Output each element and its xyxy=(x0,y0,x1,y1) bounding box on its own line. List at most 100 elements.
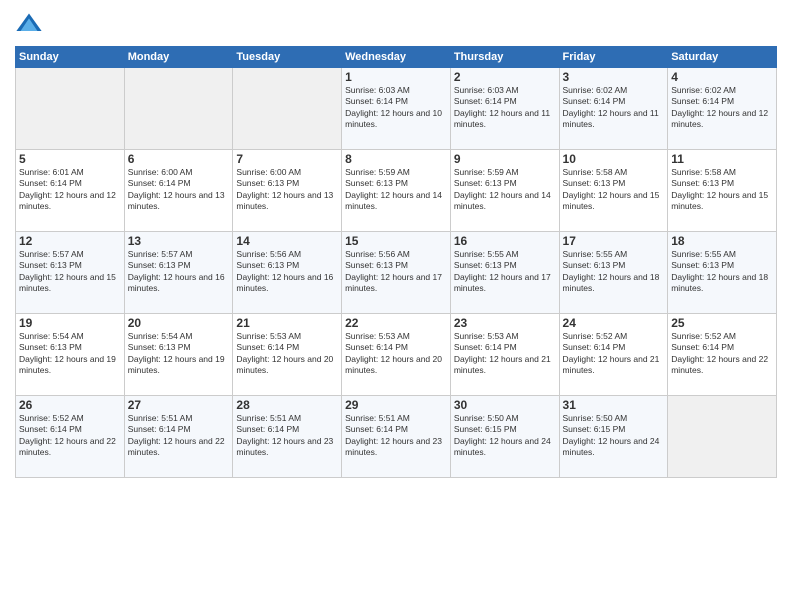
day-info: Sunrise: 6:03 AMSunset: 6:14 PMDaylight:… xyxy=(454,85,556,131)
day-info: Sunrise: 5:57 AMSunset: 6:13 PMDaylight:… xyxy=(128,249,230,295)
header-cell-thursday: Thursday xyxy=(450,47,559,68)
day-number: 18 xyxy=(671,234,773,248)
day-info: Sunrise: 5:56 AMSunset: 6:13 PMDaylight:… xyxy=(236,249,338,295)
day-info: Sunrise: 5:55 AMSunset: 6:13 PMDaylight:… xyxy=(563,249,665,295)
day-number: 12 xyxy=(19,234,121,248)
calendar-cell: 7Sunrise: 6:00 AMSunset: 6:13 PMDaylight… xyxy=(233,150,342,232)
day-info: Sunrise: 5:52 AMSunset: 6:14 PMDaylight:… xyxy=(563,331,665,377)
day-number: 29 xyxy=(345,398,447,412)
day-number: 15 xyxy=(345,234,447,248)
header-cell-sunday: Sunday xyxy=(16,47,125,68)
calendar-cell xyxy=(16,68,125,150)
calendar-cell: 10Sunrise: 5:58 AMSunset: 6:13 PMDayligh… xyxy=(559,150,668,232)
calendar-week-1: 1Sunrise: 6:03 AMSunset: 6:14 PMDaylight… xyxy=(16,68,777,150)
day-info: Sunrise: 5:56 AMSunset: 6:13 PMDaylight:… xyxy=(345,249,447,295)
day-info: Sunrise: 5:53 AMSunset: 6:14 PMDaylight:… xyxy=(454,331,556,377)
day-number: 17 xyxy=(563,234,665,248)
calendar-cell: 27Sunrise: 5:51 AMSunset: 6:14 PMDayligh… xyxy=(124,396,233,478)
day-number: 9 xyxy=(454,152,556,166)
day-number: 10 xyxy=(563,152,665,166)
day-info: Sunrise: 6:03 AMSunset: 6:14 PMDaylight:… xyxy=(345,85,447,131)
day-number: 11 xyxy=(671,152,773,166)
day-info: Sunrise: 5:59 AMSunset: 6:13 PMDaylight:… xyxy=(454,167,556,213)
calendar-body: 1Sunrise: 6:03 AMSunset: 6:14 PMDaylight… xyxy=(16,68,777,478)
day-number: 8 xyxy=(345,152,447,166)
calendar-cell: 23Sunrise: 5:53 AMSunset: 6:14 PMDayligh… xyxy=(450,314,559,396)
calendar-cell: 1Sunrise: 6:03 AMSunset: 6:14 PMDaylight… xyxy=(342,68,451,150)
calendar-cell: 21Sunrise: 5:53 AMSunset: 6:14 PMDayligh… xyxy=(233,314,342,396)
day-number: 25 xyxy=(671,316,773,330)
day-info: Sunrise: 5:54 AMSunset: 6:13 PMDaylight:… xyxy=(19,331,121,377)
day-number: 2 xyxy=(454,70,556,84)
calendar-cell: 30Sunrise: 5:50 AMSunset: 6:15 PMDayligh… xyxy=(450,396,559,478)
calendar-cell: 25Sunrise: 5:52 AMSunset: 6:14 PMDayligh… xyxy=(668,314,777,396)
day-info: Sunrise: 6:02 AMSunset: 6:14 PMDaylight:… xyxy=(671,85,773,131)
calendar-week-3: 12Sunrise: 5:57 AMSunset: 6:13 PMDayligh… xyxy=(16,232,777,314)
calendar-cell: 18Sunrise: 5:55 AMSunset: 6:13 PMDayligh… xyxy=(668,232,777,314)
day-info: Sunrise: 5:55 AMSunset: 6:13 PMDaylight:… xyxy=(454,249,556,295)
day-number: 31 xyxy=(563,398,665,412)
calendar-cell: 9Sunrise: 5:59 AMSunset: 6:13 PMDaylight… xyxy=(450,150,559,232)
calendar-cell: 19Sunrise: 5:54 AMSunset: 6:13 PMDayligh… xyxy=(16,314,125,396)
calendar-cell: 31Sunrise: 5:50 AMSunset: 6:15 PMDayligh… xyxy=(559,396,668,478)
calendar-week-4: 19Sunrise: 5:54 AMSunset: 6:13 PMDayligh… xyxy=(16,314,777,396)
day-number: 5 xyxy=(19,152,121,166)
day-number: 4 xyxy=(671,70,773,84)
day-info: Sunrise: 5:57 AMSunset: 6:13 PMDaylight:… xyxy=(19,249,121,295)
day-number: 24 xyxy=(563,316,665,330)
calendar-cell: 26Sunrise: 5:52 AMSunset: 6:14 PMDayligh… xyxy=(16,396,125,478)
calendar-cell: 15Sunrise: 5:56 AMSunset: 6:13 PMDayligh… xyxy=(342,232,451,314)
day-info: Sunrise: 5:53 AMSunset: 6:14 PMDaylight:… xyxy=(345,331,447,377)
calendar-week-5: 26Sunrise: 5:52 AMSunset: 6:14 PMDayligh… xyxy=(16,396,777,478)
day-number: 23 xyxy=(454,316,556,330)
page-header xyxy=(15,10,777,38)
day-info: Sunrise: 6:00 AMSunset: 6:14 PMDaylight:… xyxy=(128,167,230,213)
calendar-cell: 5Sunrise: 6:01 AMSunset: 6:14 PMDaylight… xyxy=(16,150,125,232)
calendar-cell: 2Sunrise: 6:03 AMSunset: 6:14 PMDaylight… xyxy=(450,68,559,150)
calendar-cell: 20Sunrise: 5:54 AMSunset: 6:13 PMDayligh… xyxy=(124,314,233,396)
calendar-cell: 12Sunrise: 5:57 AMSunset: 6:13 PMDayligh… xyxy=(16,232,125,314)
day-info: Sunrise: 6:01 AMSunset: 6:14 PMDaylight:… xyxy=(19,167,121,213)
calendar-header: SundayMondayTuesdayWednesdayThursdayFrid… xyxy=(16,47,777,68)
day-info: Sunrise: 6:02 AMSunset: 6:14 PMDaylight:… xyxy=(563,85,665,131)
day-number: 6 xyxy=(128,152,230,166)
header-cell-tuesday: Tuesday xyxy=(233,47,342,68)
day-number: 7 xyxy=(236,152,338,166)
day-info: Sunrise: 5:53 AMSunset: 6:14 PMDaylight:… xyxy=(236,331,338,377)
calendar-cell: 16Sunrise: 5:55 AMSunset: 6:13 PMDayligh… xyxy=(450,232,559,314)
day-number: 27 xyxy=(128,398,230,412)
page-container: SundayMondayTuesdayWednesdayThursdayFrid… xyxy=(0,0,792,483)
header-cell-saturday: Saturday xyxy=(668,47,777,68)
calendar-cell: 3Sunrise: 6:02 AMSunset: 6:14 PMDaylight… xyxy=(559,68,668,150)
day-info: Sunrise: 5:50 AMSunset: 6:15 PMDaylight:… xyxy=(454,413,556,459)
day-info: Sunrise: 5:51 AMSunset: 6:14 PMDaylight:… xyxy=(128,413,230,459)
logo xyxy=(15,10,45,38)
day-number: 30 xyxy=(454,398,556,412)
day-number: 14 xyxy=(236,234,338,248)
calendar-cell xyxy=(124,68,233,150)
calendar-table: SundayMondayTuesdayWednesdayThursdayFrid… xyxy=(15,46,777,478)
day-info: Sunrise: 6:00 AMSunset: 6:13 PMDaylight:… xyxy=(236,167,338,213)
day-number: 22 xyxy=(345,316,447,330)
day-info: Sunrise: 5:55 AMSunset: 6:13 PMDaylight:… xyxy=(671,249,773,295)
calendar-cell: 4Sunrise: 6:02 AMSunset: 6:14 PMDaylight… xyxy=(668,68,777,150)
day-number: 1 xyxy=(345,70,447,84)
calendar-cell: 6Sunrise: 6:00 AMSunset: 6:14 PMDaylight… xyxy=(124,150,233,232)
header-cell-monday: Monday xyxy=(124,47,233,68)
day-number: 21 xyxy=(236,316,338,330)
day-number: 13 xyxy=(128,234,230,248)
day-info: Sunrise: 5:58 AMSunset: 6:13 PMDaylight:… xyxy=(671,167,773,213)
calendar-cell: 22Sunrise: 5:53 AMSunset: 6:14 PMDayligh… xyxy=(342,314,451,396)
calendar-cell: 11Sunrise: 5:58 AMSunset: 6:13 PMDayligh… xyxy=(668,150,777,232)
day-info: Sunrise: 5:50 AMSunset: 6:15 PMDaylight:… xyxy=(563,413,665,459)
header-cell-wednesday: Wednesday xyxy=(342,47,451,68)
day-info: Sunrise: 5:51 AMSunset: 6:14 PMDaylight:… xyxy=(345,413,447,459)
header-row: SundayMondayTuesdayWednesdayThursdayFrid… xyxy=(16,47,777,68)
day-info: Sunrise: 5:52 AMSunset: 6:14 PMDaylight:… xyxy=(19,413,121,459)
day-info: Sunrise: 5:51 AMSunset: 6:14 PMDaylight:… xyxy=(236,413,338,459)
day-info: Sunrise: 5:58 AMSunset: 6:13 PMDaylight:… xyxy=(563,167,665,213)
day-number: 26 xyxy=(19,398,121,412)
header-cell-friday: Friday xyxy=(559,47,668,68)
day-number: 28 xyxy=(236,398,338,412)
calendar-cell: 24Sunrise: 5:52 AMSunset: 6:14 PMDayligh… xyxy=(559,314,668,396)
